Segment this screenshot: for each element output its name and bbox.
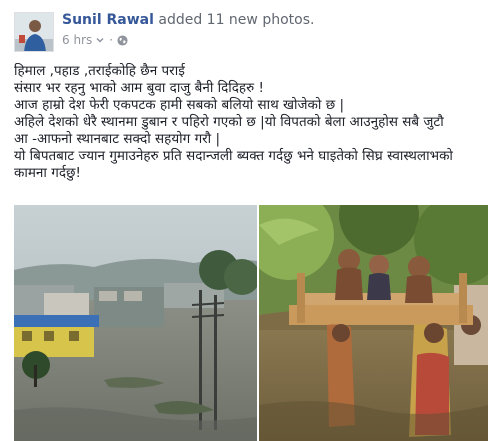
post-text-line: कामना गर्दछु! <box>14 165 81 181</box>
post-header: Sunil Rawal added 11 new photos. <box>62 12 314 28</box>
feed-post: Sunil Rawal added 11 new photos. 6 hrs ·… <box>0 0 488 441</box>
children-carried-in-floodwater-photo[interactable] <box>259 205 488 441</box>
avatar-image <box>15 13 53 51</box>
post-text-line: संसार भर रहनु भाको आम बुवा दाजु बैनी दिद… <box>14 80 264 96</box>
globe-icon[interactable] <box>117 34 128 46</box>
post-timestamp[interactable]: 6 hrs <box>62 33 92 47</box>
post-text-line: अहिले देशको धेरै स्थानमा डुबान र पहिरो ग… <box>14 114 444 130</box>
author-name-link[interactable]: Sunil Rawal <box>62 12 154 28</box>
meta-separator: · <box>109 33 114 47</box>
post-text-line: हिमाल ,पहाड ,तराईकोहि छैन पराई <box>14 63 185 79</box>
post-body-text: हिमाल ,पहाड ,तराईकोहि छैन पराई संसार भर … <box>14 63 488 182</box>
post-action-text: added 11 new photos. <box>158 12 315 28</box>
chevron-down-icon[interactable] <box>95 35 105 45</box>
flooded-town-photo[interactable] <box>14 205 257 441</box>
author-avatar[interactable] <box>14 12 54 52</box>
post-text-line: यो बिपतबाट ज्यान गुमाउनेहरु प्रति सदान्ज… <box>14 148 453 164</box>
post-text-line: आज हाम्रो देश फेरी एकपटक हामी सबको बलियो… <box>14 97 345 113</box>
post-text-line: आ -आफनो स्थानबाट सक्दो सहयोग गरौ | <box>14 131 221 147</box>
post-meta: 6 hrs · <box>62 33 128 47</box>
